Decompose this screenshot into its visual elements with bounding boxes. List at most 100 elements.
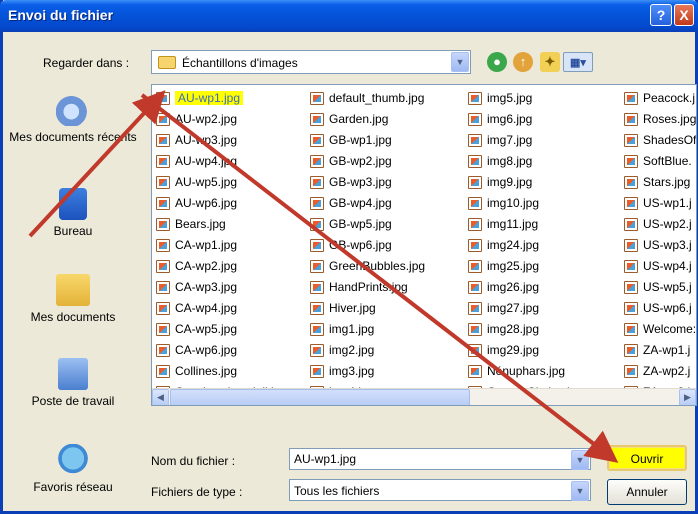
file-item[interactable]: CA-wp6.jpg [156, 341, 287, 362]
scroll-right-icon[interactable]: ▶ [679, 389, 696, 405]
place-my-computer[interactable]: Poste de travail [6, 358, 140, 408]
image-file-icon [624, 134, 638, 147]
file-item[interactable]: img8.jpg [468, 152, 583, 173]
scroll-thumb[interactable] [170, 389, 470, 405]
file-item[interactable]: img9.jpg [468, 173, 583, 194]
file-item[interactable]: default_thumb.jpg [310, 89, 425, 110]
file-item[interactable]: GB-wp3.jpg [310, 173, 425, 194]
file-item[interactable]: Bears.jpg [156, 215, 287, 236]
file-name: img25.jpg [487, 259, 540, 273]
file-item[interactable]: SoftBlue. [624, 152, 696, 173]
file-item[interactable]: GB-wp2.jpg [310, 152, 425, 173]
file-item[interactable]: Stars.jpg [624, 173, 696, 194]
file-item[interactable]: CA-wp5.jpg [156, 320, 287, 341]
filetype-select[interactable]: Tous les fichiers ▼ [289, 479, 591, 501]
back-icon[interactable]: ● [487, 52, 507, 72]
file-item[interactable]: US-wp3.j [624, 236, 696, 257]
file-item[interactable]: img10.jpg [468, 194, 583, 215]
view-menu-icon[interactable]: ▦▾ [563, 52, 593, 72]
chevron-down-icon[interactable]: ▼ [451, 52, 469, 72]
file-list[interactable]: AU-wp1.jpg AU-wp2.jpg AU-wp3.jpg AU-wp4.jpg… [151, 84, 697, 406]
close-button[interactable]: X [674, 4, 694, 26]
file-item[interactable]: CA-wp1.jpg [156, 236, 287, 257]
file-item[interactable]: GB-wp1.jpg [310, 131, 425, 152]
file-item[interactable]: AU-wp1.jpg [156, 89, 287, 110]
file-item[interactable]: US-wp2.j [624, 215, 696, 236]
file-item[interactable]: CA-wp2.jpg [156, 257, 287, 278]
file-item[interactable]: img1.jpg [310, 320, 425, 341]
lookin-combo[interactable]: Échantillons d'images ▼ [151, 50, 471, 74]
file-item[interactable]: Welcome: [624, 320, 696, 341]
file-name: CA-wp1.jpg [175, 238, 238, 252]
file-name: img1.jpg [329, 322, 375, 336]
place-my-documents[interactable]: Mes documents [6, 274, 140, 324]
file-item[interactable]: img24.jpg [468, 236, 583, 257]
file-item[interactable]: GB-wp4.jpg [310, 194, 425, 215]
recent-documents-icon [56, 94, 90, 126]
image-file-icon [310, 113, 324, 126]
image-file-icon [624, 113, 638, 126]
file-item[interactable]: img26.jpg [468, 278, 583, 299]
file-name: Hiver.jpg [329, 301, 376, 315]
file-item[interactable]: US-wp4.j [624, 257, 696, 278]
file-item[interactable]: img6.jpg [468, 110, 583, 131]
file-item[interactable]: img11.jpg [468, 215, 583, 236]
place-network[interactable]: Favoris réseau [6, 444, 140, 494]
file-item[interactable]: Collines.jpg [156, 362, 287, 383]
file-item[interactable]: AU-wp4.jpg [156, 152, 287, 173]
chevron-down-icon[interactable]: ▼ [571, 481, 589, 501]
file-item[interactable]: US-wp6.j [624, 299, 696, 320]
file-item[interactable]: img29.jpg [468, 341, 583, 362]
file-item[interactable]: GB-wp6.jpg [310, 236, 425, 257]
file-item[interactable]: CA-wp3.jpg [156, 278, 287, 299]
horizontal-scrollbar[interactable]: ◀ ▶ [152, 388, 696, 405]
filename-input[interactable] [290, 449, 560, 469]
file-item[interactable]: AU-wp6.jpg [156, 194, 287, 215]
file-item[interactable]: GreenBubbles.jpg [310, 257, 425, 278]
up-folder-icon[interactable]: ↑ [513, 52, 533, 72]
file-item[interactable]: CA-wp4.jpg [156, 299, 287, 320]
file-name: img8.jpg [487, 154, 533, 168]
file-name: AU-wp2.jpg [175, 112, 238, 126]
file-item[interactable]: img25.jpg [468, 257, 583, 278]
file-item[interactable]: ZA-wp2.j [624, 362, 696, 383]
file-item[interactable]: Garden.jpg [310, 110, 425, 131]
file-item[interactable]: Nénuphars.jpg [468, 362, 583, 383]
file-item[interactable]: US-wp5.j [624, 278, 696, 299]
image-file-icon [310, 176, 324, 189]
image-file-icon [310, 323, 324, 336]
file-item[interactable]: Peacock.j [624, 89, 696, 110]
filename-field[interactable]: ▼ [289, 448, 591, 470]
file-item[interactable]: img7.jpg [468, 131, 583, 152]
file-item[interactable]: GB-wp5.jpg [310, 215, 425, 236]
file-item[interactable]: AU-wp5.jpg [156, 173, 287, 194]
file-item[interactable]: img2.jpg [310, 341, 425, 362]
file-item[interactable]: HandPrints.jpg [310, 278, 425, 299]
image-file-icon [624, 302, 638, 315]
file-name: img28.jpg [487, 322, 540, 336]
filetype-label: Fichiers de type : [151, 485, 243, 499]
cancel-button[interactable]: Annuler [607, 479, 687, 505]
file-item[interactable]: img28.jpg [468, 320, 583, 341]
file-item[interactable]: ShadesOf [624, 131, 696, 152]
help-button[interactable]: ? [650, 4, 672, 26]
open-button[interactable]: Ouvrir [607, 445, 687, 471]
image-file-icon [624, 155, 638, 168]
file-item[interactable]: AU-wp2.jpg [156, 110, 287, 131]
scroll-left-icon[interactable]: ◀ [152, 389, 169, 405]
chevron-down-icon[interactable]: ▼ [571, 450, 589, 470]
file-item[interactable]: ZA-wp1.j [624, 341, 696, 362]
place-recent[interactable]: Mes documents récents [6, 94, 140, 144]
file-item[interactable]: Hiver.jpg [310, 299, 425, 320]
file-item[interactable]: Roses.jpg [624, 110, 696, 131]
place-desktop[interactable]: Bureau [6, 188, 140, 238]
file-name: US-wp2.j [643, 217, 692, 231]
file-item[interactable]: img3.jpg [310, 362, 425, 383]
new-folder-icon[interactable]: ✦ [540, 52, 560, 72]
file-item[interactable]: img5.jpg [468, 89, 583, 110]
file-name: img7.jpg [487, 133, 533, 147]
file-item[interactable]: AU-wp3.jpg [156, 131, 287, 152]
file-item[interactable]: US-wp1.j [624, 194, 696, 215]
image-file-icon [310, 218, 324, 231]
file-item[interactable]: img27.jpg [468, 299, 583, 320]
